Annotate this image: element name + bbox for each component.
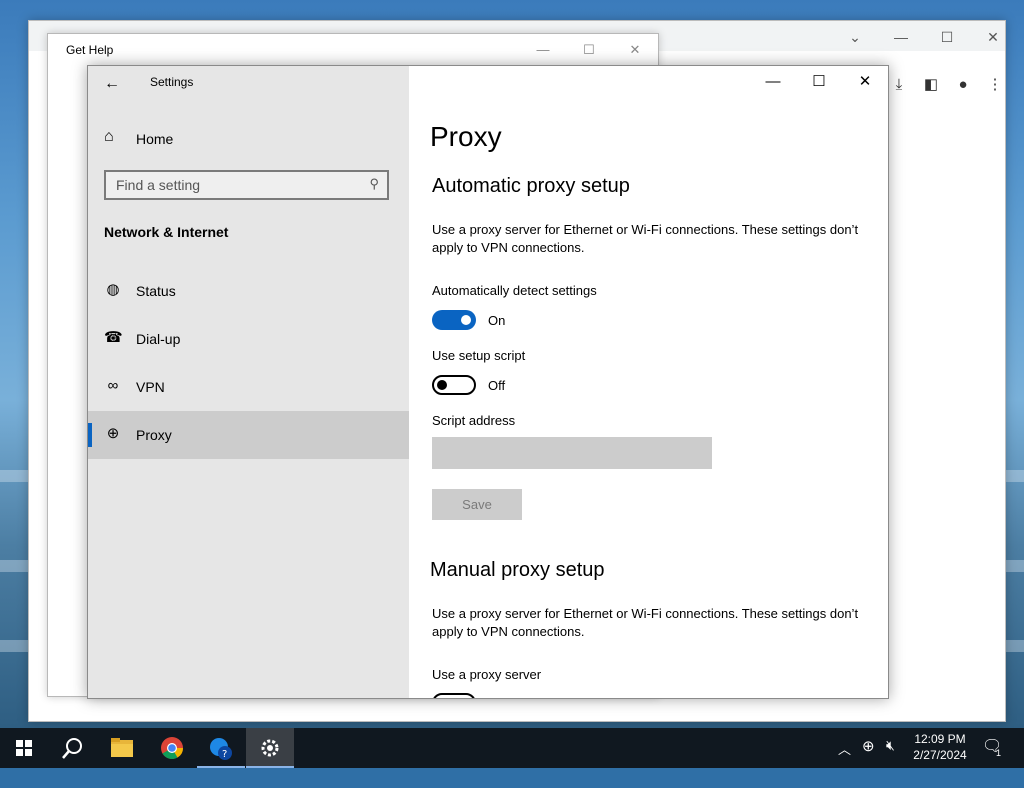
get-help-taskbar-button[interactable]: ? (197, 728, 245, 768)
toggle-knob (461, 315, 471, 325)
show-hidden-icons-icon[interactable]: ︿ (838, 739, 851, 779)
sidebar-item-status[interactable]: ◍ Status (88, 267, 409, 315)
get-help-title: Get Help (66, 43, 114, 57)
sidebar-item-dialup[interactable]: ☎ Dial-up (88, 315, 409, 363)
sidebar-item-label: VPN (136, 379, 165, 395)
settings-sidebar: ← Settings ⌂ Home Find a setting ⚲ Netwo… (88, 66, 409, 698)
get-help-maximize-button[interactable]: ☐ (574, 40, 604, 60)
network-globe-icon[interactable]: ⊕ (862, 737, 875, 777)
settings-content: Proxy Automatic proxy setup Use a proxy … (409, 66, 888, 698)
setup-script-state: Off (488, 378, 506, 393)
manual-proxy-heading: Manual proxy setup (430, 559, 605, 581)
get-help-close-button[interactable]: ✕ (620, 40, 650, 60)
taskbar: ? ︿ ⊕ 🔇︎ 12:09 PM 2/27/2024 🗨︎ 1 (0, 728, 1024, 768)
sidebar-item-proxy[interactable]: ⊕ Proxy (88, 411, 409, 459)
script-address-label: Script address (432, 413, 516, 428)
settings-gear-icon (261, 739, 279, 757)
home-nav-item[interactable]: ⌂ Home (88, 122, 409, 154)
download-icon[interactable]: ⤓ (887, 73, 911, 97)
vpn-icon: ∞ (107, 377, 119, 394)
settings-title: Settings (150, 75, 194, 89)
chrome-button[interactable] (148, 728, 196, 768)
search-icon: ⚲ (369, 176, 379, 191)
clock-date: 2/27/2024 (913, 748, 967, 762)
sidebar-item-vpn[interactable]: ∞ VPN (88, 363, 409, 411)
selection-indicator (88, 423, 92, 447)
search-placeholder: Find a setting (116, 177, 201, 193)
setup-script-label: Use setup script (432, 348, 526, 363)
svg-text:?: ? (222, 749, 227, 760)
sidebar-item-label: Proxy (136, 427, 172, 443)
detect-settings-toggle[interactable] (432, 310, 476, 330)
start-icon (16, 740, 32, 756)
file-explorer-button[interactable] (98, 728, 146, 768)
globe-status-icon: ◍ (106, 281, 120, 298)
detect-settings-label: Automatically detect settings (432, 283, 597, 298)
notification-count: 1 (996, 748, 1002, 758)
taskbar-search-button[interactable] (48, 728, 96, 768)
file-explorer-icon (111, 738, 133, 757)
home-label: Home (136, 131, 174, 147)
chrome-icon (161, 737, 183, 759)
clock-time: 12:09 PM (914, 732, 966, 746)
browser-close-button[interactable]: ✕ (975, 25, 1011, 49)
toggle-knob (437, 380, 447, 390)
start-button[interactable] (0, 728, 48, 768)
sidebar-item-label: Status (136, 283, 176, 299)
automatic-proxy-description: Use a proxy server for Ethernet or Wi-Fi… (432, 222, 859, 255)
get-help-icon: ? (210, 738, 232, 760)
tab-search-icon[interactable]: ⌄ (837, 25, 873, 49)
section-title: Network & Internet (104, 224, 229, 240)
manual-proxy-description: Use a proxy server for Ethernet or Wi-Fi… (432, 606, 859, 639)
volume-muted-icon[interactable]: 🔇︎ (886, 737, 895, 777)
get-help-minimize-button[interactable]: — (528, 40, 558, 60)
detect-settings-state: On (488, 313, 506, 328)
browser-maximize-button[interactable]: ☐ (929, 25, 965, 49)
sidebar-item-label: Dial-up (136, 331, 181, 347)
clock[interactable]: 12:09 PM 2/27/2024 (900, 731, 980, 763)
script-address-input[interactable] (432, 437, 712, 469)
dialup-icon: ☎ (104, 329, 123, 346)
use-proxy-label: Use a proxy server (432, 667, 542, 682)
search-icon (62, 738, 82, 759)
save-button[interactable]: Save (432, 489, 522, 520)
side-panel-icon[interactable]: ◧ (919, 73, 943, 97)
setup-script-toggle[interactable] (432, 375, 476, 395)
search-input[interactable]: Find a setting ⚲ (104, 170, 389, 200)
automatic-proxy-heading: Automatic proxy setup (432, 175, 630, 197)
profile-avatar-icon[interactable]: ● (951, 73, 975, 97)
globe-icon: ⊕ (106, 425, 120, 442)
back-arrow-icon[interactable]: ← (100, 72, 124, 96)
settings-window: ← Settings ⌂ Home Find a setting ⚲ Netwo… (87, 65, 889, 699)
toggle-knob (437, 698, 447, 699)
browser-menu-icon[interactable]: ⋮ (983, 73, 1007, 97)
home-icon: ⌂ (104, 128, 114, 145)
use-proxy-toggle[interactable] (432, 693, 476, 699)
browser-minimize-button[interactable]: — (883, 25, 919, 49)
page-title: Proxy (430, 121, 502, 152)
settings-taskbar-button[interactable] (246, 728, 294, 768)
